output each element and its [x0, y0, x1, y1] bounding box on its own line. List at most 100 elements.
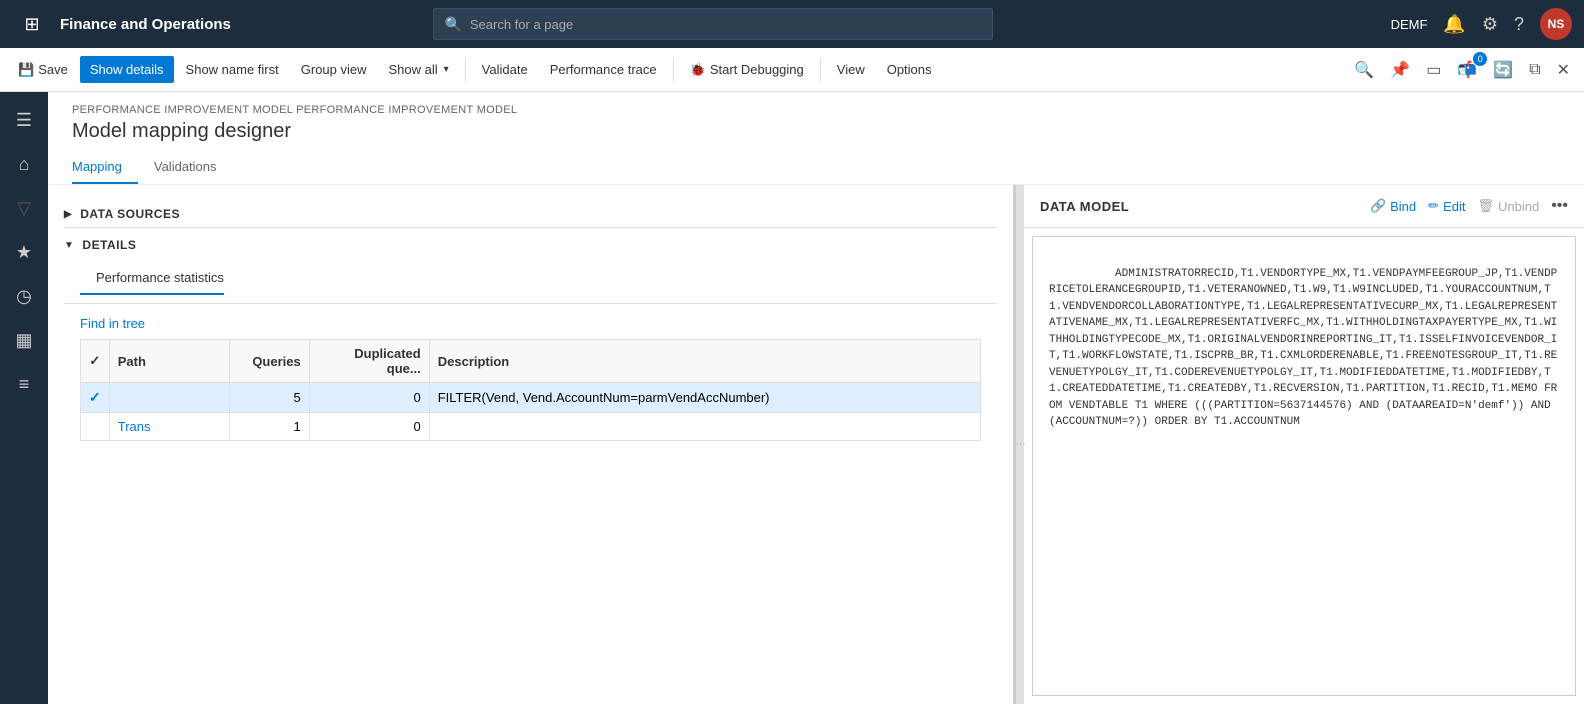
- avatar[interactable]: NS: [1540, 8, 1572, 40]
- list-icon: ≡: [19, 374, 30, 395]
- unbind-button[interactable]: 🗑 Unbind: [1477, 198, 1539, 214]
- clock-icon: ◷: [16, 286, 32, 307]
- tabs: Mapping Validations: [72, 151, 1560, 184]
- hamburger-icon: ☰: [16, 110, 32, 131]
- performance-table: ✓ Path Queries Duplicated que...: [80, 339, 981, 441]
- row1-description: FILTER(Vend, Vend.AccountNum=parmVendAcc…: [429, 383, 980, 413]
- row2-duplicated: 0: [309, 413, 429, 441]
- sidebar-favorites-button[interactable]: ★: [4, 232, 44, 272]
- sidebar: ☰ ⌂ ▽ ★ ◷ ▦ ≡: [0, 92, 48, 704]
- validate-button[interactable]: Validate: [472, 56, 538, 83]
- performance-stats-tab[interactable]: Performance statistics: [80, 266, 224, 295]
- left-panel: ▶ DATA SOURCES ▼ DETAILS Performance sta…: [48, 185, 1016, 704]
- table-row[interactable]: ✓ 5 0 FILTER(Ve: [81, 383, 981, 413]
- save-button[interactable]: 💾 Save: [8, 56, 78, 84]
- save-icon: 💾: [18, 62, 34, 78]
- show-name-first-button[interactable]: Show name first: [176, 56, 289, 83]
- app-title: Finance and Operations: [60, 16, 231, 33]
- help-button[interactable]: ?: [1514, 14, 1524, 35]
- start-debugging-button[interactable]: 🐞 Start Debugging: [680, 56, 814, 84]
- right-panel: DATA MODEL 🔗 Bind ✏ Edit 🗑 Unbind: [1024, 185, 1584, 704]
- row2-queries: 1: [229, 413, 309, 441]
- details-collapse-icon: ▼: [64, 240, 74, 251]
- details-label: DETAILS: [82, 238, 136, 252]
- row1-path: [109, 383, 229, 413]
- view-button[interactable]: View: [827, 56, 875, 83]
- cmd-right-actions: 🔍 📌 ▭ 📬 0 🔄 ⧉ ✕: [1348, 56, 1576, 84]
- link-icon: 🔗: [1370, 198, 1386, 214]
- search-input[interactable]: [470, 17, 983, 32]
- right-panel-actions: 🔗 Bind ✏ Edit 🗑 Unbind •••: [1370, 197, 1568, 215]
- bug-icon: 🐞: [690, 62, 706, 78]
- star-icon: ★: [16, 242, 32, 263]
- main-content: PERFORMANCE IMPROVEMENT MODEL PERFORMANC…: [48, 92, 1584, 704]
- refresh-button[interactable]: 🔄: [1487, 56, 1519, 84]
- separator-2: [673, 58, 674, 82]
- sql-text-area: ADMINISTRATORRECID,T1.VENDORTYPE_MX,T1.V…: [1032, 236, 1576, 696]
- close-button[interactable]: ✕: [1551, 56, 1576, 84]
- table-header-row: ✓ Path Queries Duplicated que...: [81, 340, 981, 383]
- env-label: DEMF: [1391, 17, 1428, 32]
- panel-divider[interactable]: ⋮: [1016, 185, 1024, 704]
- row2-check: [81, 413, 110, 441]
- notification-button[interactable]: 🔔: [1443, 14, 1465, 35]
- tab-validations[interactable]: Validations: [154, 151, 233, 184]
- edit-icon: ✏: [1428, 198, 1439, 214]
- details-section: ▼ DETAILS Performance statistics: [64, 232, 997, 304]
- col-queries[interactable]: Queries: [229, 340, 309, 383]
- breadcrumb: PERFORMANCE IMPROVEMENT MODEL PERFORMANC…: [72, 104, 1560, 116]
- notification-count-button[interactable]: 📬 0: [1451, 56, 1483, 84]
- group-view-button[interactable]: Group view: [291, 56, 377, 83]
- sidebar-workspaces-button[interactable]: ▦: [4, 320, 44, 360]
- table-row[interactable]: Trans 1 0: [81, 413, 981, 441]
- grid-menu-button[interactable]: ⊞: [12, 4, 52, 44]
- unlink-icon: 🗑: [1477, 198, 1494, 214]
- sidebar-list-button[interactable]: ≡: [4, 364, 44, 404]
- col-description[interactable]: Description: [429, 340, 980, 383]
- data-model-label: DATA MODEL: [1040, 199, 1129, 214]
- row1-queries: 5: [229, 383, 309, 413]
- settings-button[interactable]: ⚙: [1482, 14, 1498, 35]
- options-button[interactable]: Options: [877, 56, 942, 83]
- search-cmd-button[interactable]: 🔍: [1348, 56, 1380, 84]
- sidebar-home-button[interactable]: ⌂: [4, 144, 44, 184]
- details-header[interactable]: ▼ DETAILS: [64, 232, 997, 258]
- bind-button[interactable]: 🔗 Bind: [1370, 198, 1416, 214]
- edit-button[interactable]: ✏ Edit: [1428, 198, 1465, 214]
- separator-3: [820, 58, 821, 82]
- home-icon: ⌂: [19, 154, 30, 175]
- data-sources-expand-icon: ▶: [64, 209, 72, 220]
- show-details-button[interactable]: Show details: [80, 56, 174, 83]
- col-duplicated[interactable]: Duplicated que...: [309, 340, 429, 383]
- show-all-button[interactable]: Show all ▾: [379, 56, 459, 83]
- body-layout: ▶ DATA SOURCES ▼ DETAILS Performance sta…: [48, 185, 1584, 704]
- open-new-button[interactable]: ⧉: [1523, 57, 1546, 83]
- ellipsis-icon: •••: [1551, 197, 1568, 214]
- top-nav-right: DEMF 🔔 ⚙ ? NS: [1391, 8, 1572, 40]
- top-nav-bar: ⊞ Finance and Operations 🔍 DEMF 🔔 ⚙ ? NS: [0, 0, 1584, 48]
- row1-check: ✓: [81, 383, 110, 413]
- workspaces-icon: ▦: [15, 330, 32, 351]
- row2-description: [429, 413, 980, 441]
- find-in-tree-link[interactable]: Find in tree: [64, 308, 145, 339]
- search-box: 🔍: [433, 8, 993, 40]
- page-title: Model mapping designer: [72, 120, 1560, 143]
- panel-button[interactable]: ▭: [1420, 56, 1447, 84]
- performance-trace-button[interactable]: Performance trace: [540, 56, 667, 83]
- show-all-chevron-icon: ▾: [444, 64, 449, 75]
- row2-path: Trans: [109, 413, 229, 441]
- col-path[interactable]: Path: [109, 340, 229, 383]
- tab-mapping[interactable]: Mapping: [72, 151, 138, 184]
- data-sources-header[interactable]: ▶ DATA SOURCES: [64, 201, 997, 227]
- sidebar-recent-button[interactable]: ◷: [4, 276, 44, 316]
- data-sources-section: ▶ DATA SOURCES: [64, 201, 997, 228]
- sidebar-hamburger-button[interactable]: ☰: [4, 100, 44, 140]
- right-panel-header: DATA MODEL 🔗 Bind ✏ Edit 🗑 Unbind: [1024, 185, 1584, 228]
- more-actions-button[interactable]: •••: [1551, 197, 1568, 215]
- grid-icon: ⊞: [24, 14, 39, 35]
- sidebar-filter-button[interactable]: ▽: [4, 188, 44, 228]
- pin-button[interactable]: 📌: [1384, 56, 1416, 84]
- row1-duplicated: 0: [309, 383, 429, 413]
- main-layout: ☰ ⌂ ▽ ★ ◷ ▦ ≡ PERFORMANCE IMPROVEMENT MO…: [0, 92, 1584, 704]
- data-sources-label: DATA SOURCES: [80, 207, 180, 221]
